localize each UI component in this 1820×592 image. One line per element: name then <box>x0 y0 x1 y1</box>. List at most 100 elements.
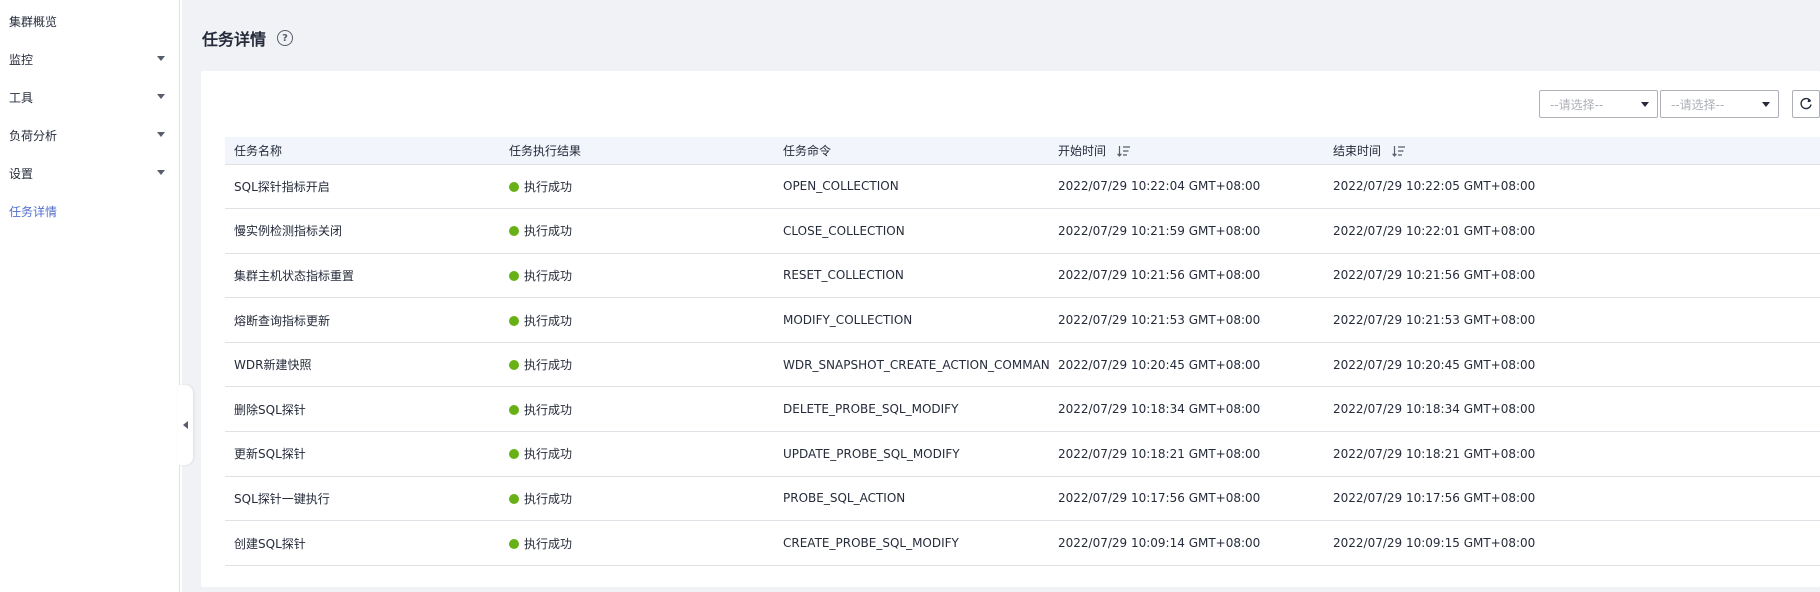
column-header-end-time: 结束时间 <box>1324 137 1820 165</box>
result-cell: 执行成功 <box>500 520 774 566</box>
success-status-dot <box>509 449 519 460</box>
sidebar-item-label: 负荷分析 <box>9 128 58 143</box>
success-status-dot <box>509 270 519 281</box>
start-time-cell: 2022/07/29 10:20:45 GMT+08:00 <box>1049 342 1324 388</box>
caret-down-icon <box>157 170 165 175</box>
result-text: 执行成功 <box>524 224 573 239</box>
end-time-cell: 2022/07/29 10:22:05 GMT+08:00 <box>1324 164 1820 210</box>
sidebar: 集群概览 监控 工具 负荷分析 设置 任务详情 <box>0 0 180 592</box>
end-time-cell: 2022/07/29 10:18:21 GMT+08:00 <box>1324 431 1820 477</box>
command-cell: PROBE_SQL_ACTION <box>774 476 1049 522</box>
success-status-dot <box>509 181 519 192</box>
success-status-dot <box>509 493 519 504</box>
result-text: 执行成功 <box>524 179 573 194</box>
filter-select-2[interactable]: --请选择-- <box>1660 90 1779 118</box>
column-header-result: 任务执行结果 <box>500 137 774 165</box>
result-text: 执行成功 <box>524 358 573 373</box>
sidebar-item-label: 工具 <box>9 90 34 105</box>
refresh-icon <box>1800 97 1812 110</box>
task-list-card: --请选择-- --请选择-- 任务名称 任务执行结果 任务命令 开始时间 结束… <box>201 71 1820 587</box>
sidebar-item-load-analysis[interactable]: 负荷分析 <box>0 116 179 154</box>
page-header: 任务详情 ? <box>202 26 294 50</box>
task-name-cell: 删除SQL探针 <box>225 386 500 433</box>
end-time-cell: 2022/07/29 10:17:56 GMT+08:00 <box>1324 476 1820 522</box>
command-cell: OPEN_COLLECTION <box>774 164 1049 210</box>
caret-down-icon <box>157 56 165 61</box>
sidebar-item-label: 设置 <box>9 166 34 181</box>
result-cell: 执行成功 <box>500 476 774 522</box>
result-cell: 执行成功 <box>500 164 774 210</box>
table-row: 创建SQL探针 执行成功 CREATE_PROBE_SQL_MODIFY 202… <box>225 520 1820 566</box>
sidebar-item-label: 任务详情 <box>9 204 58 219</box>
command-cell: RESET_COLLECTION <box>774 253 1049 299</box>
success-status-dot <box>509 226 519 237</box>
result-cell: 执行成功 <box>500 386 774 433</box>
task-name-cell: 创建SQL探针 <box>225 520 500 566</box>
question-circle-icon[interactable]: ? <box>277 30 294 46</box>
result-text: 执行成功 <box>524 536 573 551</box>
start-time-cell: 2022/07/29 10:22:04 GMT+08:00 <box>1049 164 1324 210</box>
command-cell: UPDATE_PROBE_SQL_MODIFY <box>774 431 1049 477</box>
success-status-dot <box>509 315 519 326</box>
result-cell: 执行成功 <box>500 342 774 388</box>
result-cell: 执行成功 <box>500 431 774 477</box>
sidebar-item-monitoring[interactable]: 监控 <box>0 40 179 78</box>
sidebar-item-label: 监控 <box>9 52 34 67</box>
sidebar-item-tools[interactable]: 工具 <box>0 78 179 116</box>
table-row: 更新SQL探针 执行成功 UPDATE_PROBE_SQL_MODIFY 202… <box>225 431 1820 477</box>
toolbar: --请选择-- --请选择-- <box>1539 90 1820 118</box>
table-row: WDR新建快照 执行成功 WDR_SNAPSHOT_CREATE_ACTION_… <box>225 342 1820 388</box>
result-text: 执行成功 <box>524 402 573 417</box>
task-table: 任务名称 任务执行结果 任务命令 开始时间 结束时间 SQL探针指标开启 执行成… <box>225 137 1820 566</box>
column-header-command: 任务命令 <box>774 137 1049 165</box>
success-status-dot <box>509 538 519 549</box>
start-time-cell: 2022/07/29 10:21:53 GMT+08:00 <box>1049 297 1324 343</box>
command-cell: DELETE_PROBE_SQL_MODIFY <box>774 386 1049 433</box>
command-cell: CLOSE_COLLECTION <box>774 208 1049 254</box>
end-time-cell: 2022/07/29 10:18:34 GMT+08:00 <box>1324 386 1820 433</box>
end-time-cell: 2022/07/29 10:20:45 GMT+08:00 <box>1324 342 1820 388</box>
task-name-cell: 慢实例检测指标关闭 <box>225 208 500 254</box>
start-time-cell: 2022/07/29 10:21:59 GMT+08:00 <box>1049 208 1324 254</box>
main-content: 任务详情 ? --请选择-- --请选择-- 任务名称 任务执行结果 任务命令 … <box>182 0 1820 592</box>
refresh-button[interactable] <box>1792 90 1820 118</box>
column-header-task-name: 任务名称 <box>225 137 500 165</box>
caret-down-icon <box>157 94 165 99</box>
end-time-cell: 2022/07/29 10:22:01 GMT+08:00 <box>1324 208 1820 254</box>
result-text: 执行成功 <box>524 447 573 462</box>
sidebar-item-label: 集群概览 <box>9 14 58 29</box>
task-name-cell: WDR新建快照 <box>225 342 500 388</box>
table-row: SQL探针指标开启 执行成功 OPEN_COLLECTION 2022/07/2… <box>225 164 1820 210</box>
sort-icon[interactable] <box>1116 145 1131 157</box>
sort-icon[interactable] <box>1391 145 1406 157</box>
start-time-cell: 2022/07/29 10:09:14 GMT+08:00 <box>1049 520 1324 566</box>
start-time-cell: 2022/07/29 10:18:21 GMT+08:00 <box>1049 431 1324 477</box>
table-header-row: 任务名称 任务执行结果 任务命令 开始时间 结束时间 <box>225 137 1820 165</box>
sidebar-item-task-details[interactable]: 任务详情 <box>0 192 179 230</box>
sidebar-item-cluster-overview[interactable]: 集群概览 <box>0 2 179 40</box>
result-text: 执行成功 <box>524 491 573 506</box>
end-time-cell: 2022/07/29 10:21:56 GMT+08:00 <box>1324 253 1820 299</box>
filter-select-placeholder: --请选择-- <box>1550 97 1604 112</box>
table-row: 集群主机状态指标重置 执行成功 RESET_COLLECTION 2022/07… <box>225 253 1820 299</box>
result-text: 执行成功 <box>524 313 573 328</box>
filter-select-1[interactable]: --请选择-- <box>1539 90 1658 118</box>
success-status-dot <box>509 404 519 415</box>
caret-down-icon <box>1762 102 1770 107</box>
task-name-cell: 熔断查询指标更新 <box>225 297 500 343</box>
caret-left-icon <box>183 421 188 429</box>
result-cell: 执行成功 <box>500 253 774 299</box>
result-cell: 执行成功 <box>500 208 774 254</box>
table-row: 删除SQL探针 执行成功 DELETE_PROBE_SQL_MODIFY 202… <box>225 386 1820 433</box>
sidebar-collapse-button[interactable] <box>178 385 193 465</box>
filter-select-placeholder: --请选择-- <box>1671 97 1725 112</box>
start-time-cell: 2022/07/29 10:17:56 GMT+08:00 <box>1049 476 1324 522</box>
caret-down-icon <box>157 132 165 137</box>
table-row: 熔断查询指标更新 执行成功 MODIFY_COLLECTION 2022/07/… <box>225 297 1820 343</box>
sidebar-item-settings[interactable]: 设置 <box>0 154 179 192</box>
command-cell: CREATE_PROBE_SQL_MODIFY <box>774 520 1049 566</box>
end-time-cell: 2022/07/29 10:09:15 GMT+08:00 <box>1324 520 1820 566</box>
table-row: 慢实例检测指标关闭 执行成功 CLOSE_COLLECTION 2022/07/… <box>225 208 1820 254</box>
page-title: 任务详情 <box>202 30 267 49</box>
column-header-start-time: 开始时间 <box>1049 137 1324 165</box>
